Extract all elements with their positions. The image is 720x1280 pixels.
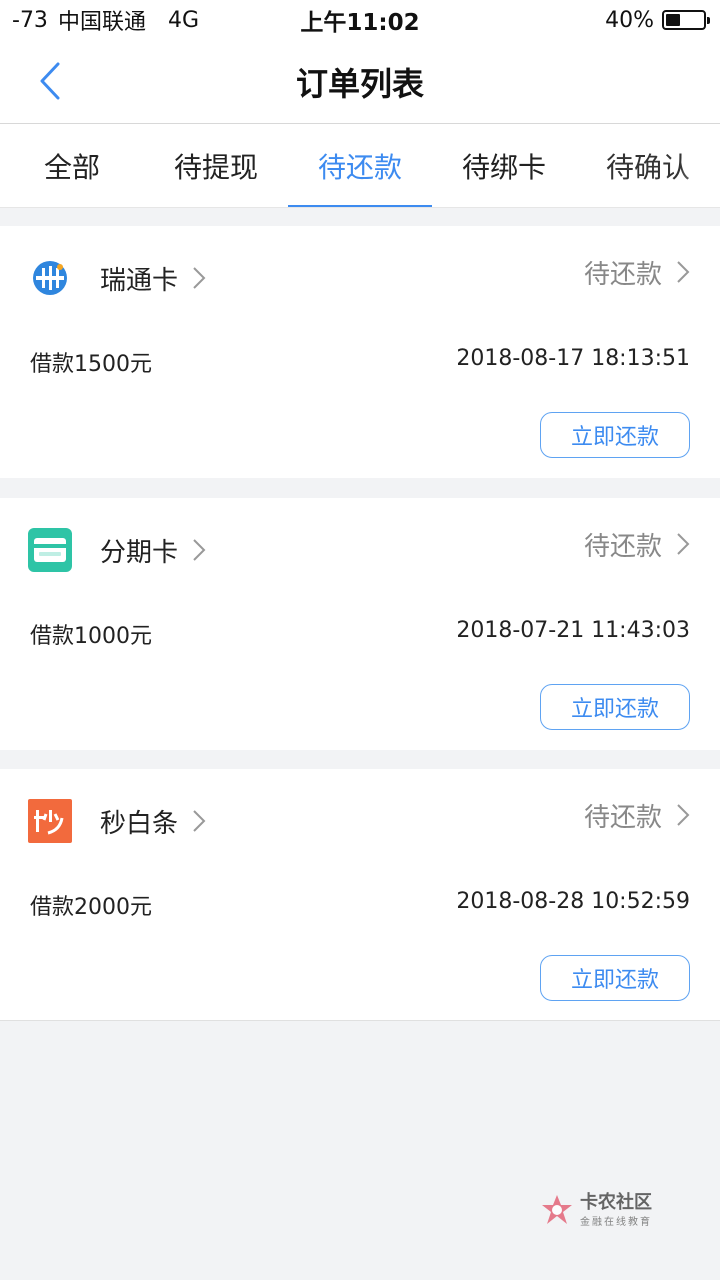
status-bar: -73 中国联通 4G 上午11:02 40% <box>0 0 720 40</box>
card-header: 分期卡 待还款 <box>0 498 720 598</box>
page-title: 订单列表 <box>295 64 424 103</box>
order-status: 待还款 <box>583 802 662 833</box>
fenqi-logo-icon <box>28 528 72 572</box>
order-status-link[interactable]: 待还款 <box>584 793 690 837</box>
carrier-name: 中国联通 <box>57 10 146 35</box>
tab-label: 待还款 <box>317 151 402 184</box>
brand-name: 秒白条 <box>100 808 179 839</box>
chevron-right-icon <box>193 539 206 561</box>
back-button[interactable] <box>30 58 70 104</box>
status-left: -73 中国联通 4G <box>12 4 199 36</box>
loan-time: 2018-07-21 11:43:03 <box>456 618 690 643</box>
battery-fill <box>666 14 681 26</box>
battery-icon <box>662 10 710 30</box>
tab-label: 待确认 <box>605 151 690 184</box>
tab-pending-withdraw[interactable]: 待提现 <box>144 124 288 207</box>
ruitong-logo-icon <box>28 256 72 300</box>
card-header: 秒白条 待还款 <box>0 769 720 869</box>
order-status: 待还款 <box>583 531 662 562</box>
tab-bar: 全部 待提现 待还款 待绑卡 待确认 <box>0 124 720 208</box>
kanong-logo-icon <box>542 1195 572 1224</box>
order-status: 待还款 <box>583 259 662 290</box>
list-bottom-divider <box>0 1020 720 1021</box>
network-type: 4G <box>167 7 199 33</box>
chevron-left-icon <box>40 62 60 100</box>
loan-amount: 借款1500元 <box>30 352 152 377</box>
tab-pending-confirm[interactable]: 待确认 <box>576 124 720 207</box>
nav-bar: 订单列表 <box>0 40 720 124</box>
brand-name: 分期卡 <box>100 537 179 568</box>
watermark-subtitle: 金融在线教育 <box>580 1216 652 1228</box>
loan-time: 2018-08-28 10:52:59 <box>456 889 690 914</box>
tab-pending-bind-card[interactable]: 待绑卡 <box>432 124 576 207</box>
order-status-link[interactable]: 待还款 <box>584 250 690 294</box>
chevron-right-icon <box>677 804 690 826</box>
signal-strength: -73 <box>12 7 48 33</box>
watermark: 卡农社区 金融在线教育 <box>540 1190 670 1230</box>
tab-pending-repay[interactable]: 待还款 <box>288 124 432 207</box>
miao-logo-icon <box>28 799 72 843</box>
watermark-title: 卡农社区 <box>580 1191 652 1213</box>
status-right: 40% <box>605 7 710 33</box>
chevron-right-icon <box>193 267 206 289</box>
order-card: 秒白条 待还款 借款2000元 2018-08-28 10:52:59 立即还款 <box>0 769 720 1021</box>
brand-name: 瑞通卡 <box>100 265 179 296</box>
card-header: 瑞通卡 待还款 <box>0 226 720 326</box>
order-card: 分期卡 待还款 借款1000元 2018-07-21 11:43:03 立即还款 <box>0 498 720 750</box>
repay-now-button[interactable]: 立即还款 <box>540 684 690 730</box>
chevron-right-icon <box>193 810 206 832</box>
watermark-text: 卡农社区 金融在线教育 <box>580 1191 652 1228</box>
battery-percent: 40% <box>605 7 654 33</box>
order-status-link[interactable]: 待还款 <box>584 522 690 566</box>
chevron-right-icon <box>677 261 690 283</box>
tab-label: 全部 <box>43 151 100 184</box>
tab-all[interactable]: 全部 <box>0 124 144 207</box>
repay-now-button[interactable]: 立即还款 <box>540 955 690 1001</box>
order-card: 瑞通卡 待还款 借款1500元 2018-08-17 18:13:51 立即还款 <box>0 226 720 478</box>
repay-now-button[interactable]: 立即还款 <box>540 412 690 458</box>
brand-link[interactable]: 秒白条 <box>100 799 206 843</box>
loan-amount: 借款2000元 <box>30 895 152 920</box>
loan-time: 2018-08-17 18:13:51 <box>456 346 690 371</box>
tab-label: 待提现 <box>173 151 258 184</box>
tab-label: 待绑卡 <box>461 151 546 184</box>
loan-amount: 借款1000元 <box>30 624 152 649</box>
chevron-right-icon <box>677 533 690 555</box>
brand-link[interactable]: 瑞通卡 <box>100 256 206 300</box>
brand-link[interactable]: 分期卡 <box>100 528 206 572</box>
